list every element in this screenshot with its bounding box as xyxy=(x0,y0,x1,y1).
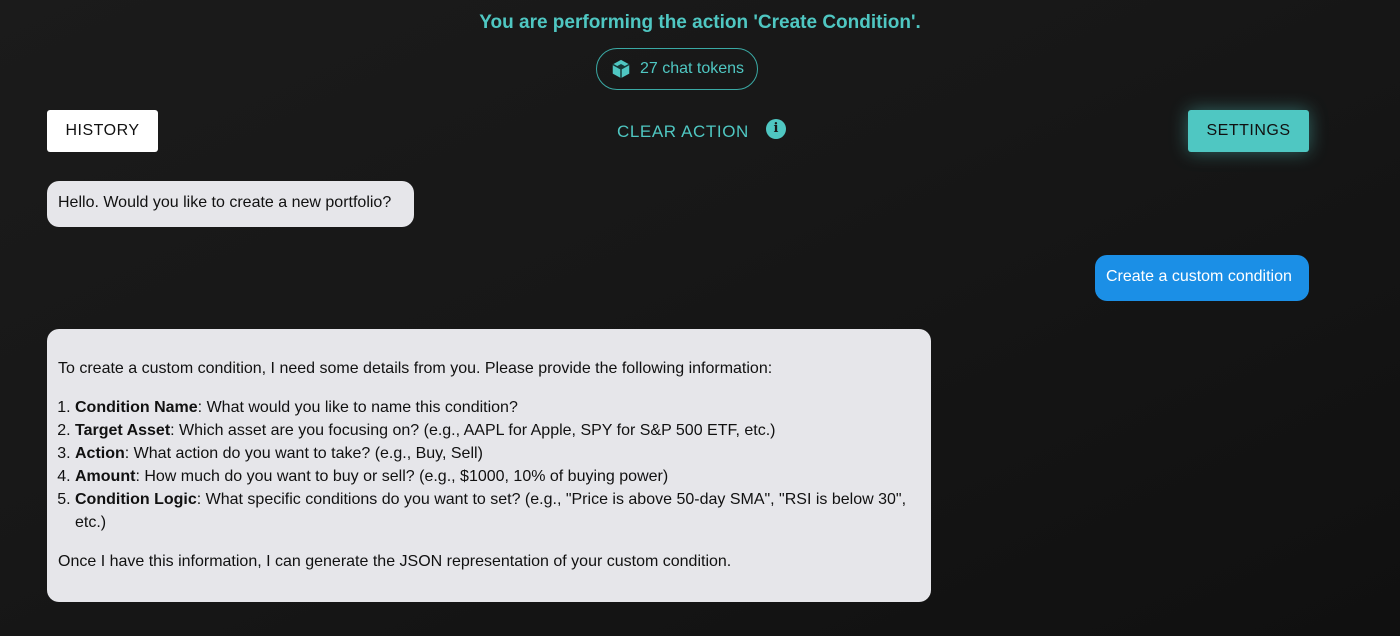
item-text: : What specific conditions do you want t… xyxy=(75,491,907,531)
clear-action-button[interactable]: CLEAR ACTION xyxy=(617,122,749,142)
item-text: : Which asset are you focusing on? (e.g.… xyxy=(170,422,776,439)
user-message: Create a custom condition xyxy=(1095,255,1309,301)
item-text: : What action do you want to take? (e.g.… xyxy=(124,445,483,462)
info-icon[interactable]: i xyxy=(766,119,786,139)
assistant-message: Hello. Would you like to create a new po… xyxy=(47,181,414,227)
message-text: Create a custom condition xyxy=(1106,268,1292,285)
history-button[interactable]: HISTORY xyxy=(47,110,158,152)
requirements-list: Condition Name: What would you like to n… xyxy=(58,396,920,534)
item-text: : How much do you want to buy or sell? (… xyxy=(135,468,669,485)
item-term: Amount xyxy=(75,468,136,485)
item-term: Action xyxy=(75,445,125,462)
message-outro: Once I have this information, I can gene… xyxy=(58,553,732,570)
list-item: Condition Logic: What specific condition… xyxy=(75,488,920,534)
chat-tokens-label: 27 chat tokens xyxy=(639,60,745,77)
item-term: Condition Logic xyxy=(75,491,197,508)
list-item: Condition Name: What would you like to n… xyxy=(75,396,920,419)
list-item: Target Asset: Which asset are you focusi… xyxy=(75,419,920,442)
cube-icon xyxy=(610,58,632,80)
list-item: Action: What action do you want to take?… xyxy=(75,442,920,465)
message-intro: To create a custom condition, I need som… xyxy=(58,360,773,377)
item-term: Target Asset xyxy=(75,422,171,439)
item-term: Condition Name xyxy=(75,399,198,416)
settings-button[interactable]: SETTINGS xyxy=(1188,110,1309,152)
chat-tokens-badge: 27 chat tokens xyxy=(596,48,758,90)
assistant-message: To create a custom condition, I need som… xyxy=(47,329,931,602)
item-text: : What would you like to name this condi… xyxy=(197,399,518,416)
action-banner: You are performing the action 'Create Co… xyxy=(479,12,921,33)
message-text: Hello. Would you like to create a new po… xyxy=(58,194,392,211)
list-item: Amount: How much do you want to buy or s… xyxy=(75,465,920,488)
